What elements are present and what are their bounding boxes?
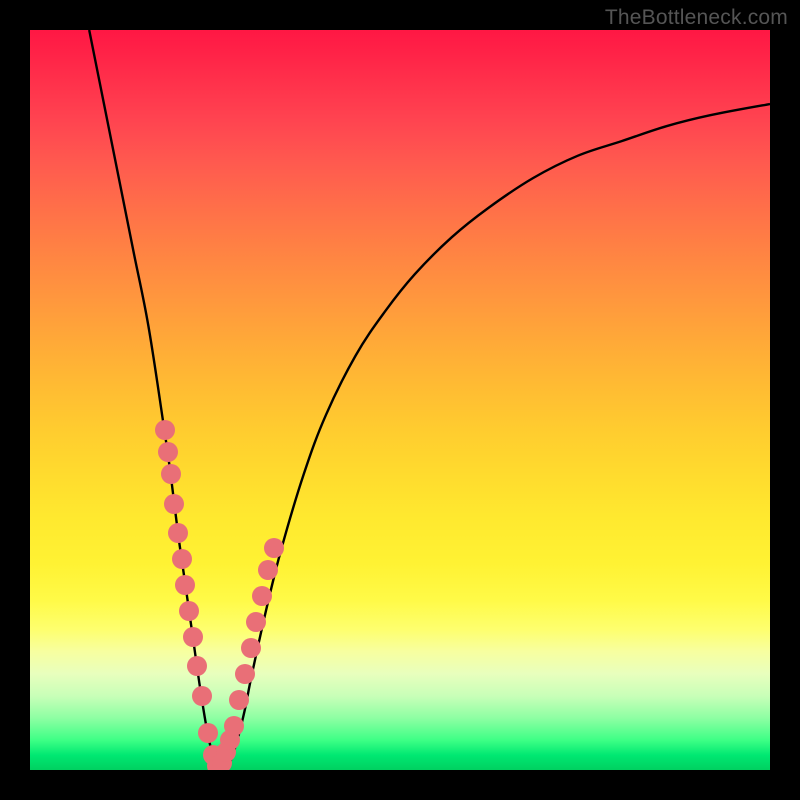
sample-dot (198, 723, 218, 743)
sample-dot (161, 464, 181, 484)
sample-dot (179, 601, 199, 621)
watermark-text: TheBottleneck.com (605, 6, 788, 30)
chart-frame: TheBottleneck.com (0, 0, 800, 800)
sample-dot (155, 420, 175, 440)
sample-dot (235, 664, 255, 684)
sample-dot (229, 690, 249, 710)
sample-dot (158, 442, 178, 462)
sample-dot (224, 716, 244, 736)
curve-svg (30, 30, 770, 770)
sample-dot (192, 686, 212, 706)
sample-dot (172, 549, 192, 569)
sample-dot (164, 494, 184, 514)
sample-dot (183, 627, 203, 647)
plot-area (30, 30, 770, 770)
sample-dot (241, 638, 261, 658)
